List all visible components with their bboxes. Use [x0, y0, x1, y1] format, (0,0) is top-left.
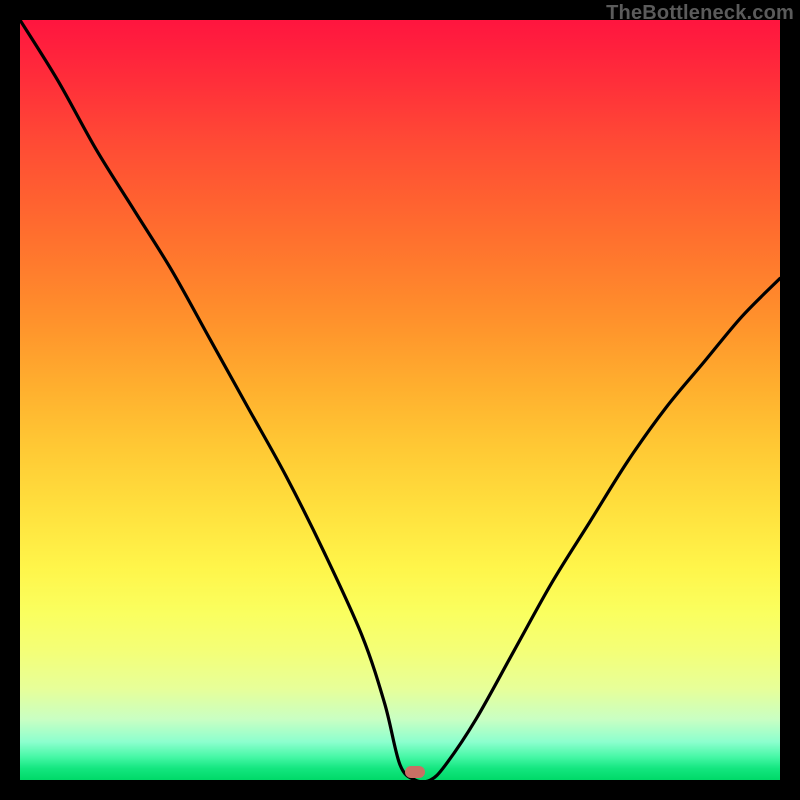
plot-area: [20, 20, 780, 780]
optimal-point-marker: [405, 766, 425, 778]
bottleneck-curve: [20, 20, 780, 780]
watermark-text: TheBottleneck.com: [606, 2, 794, 25]
chart-frame: TheBottleneck.com: [0, 0, 800, 800]
